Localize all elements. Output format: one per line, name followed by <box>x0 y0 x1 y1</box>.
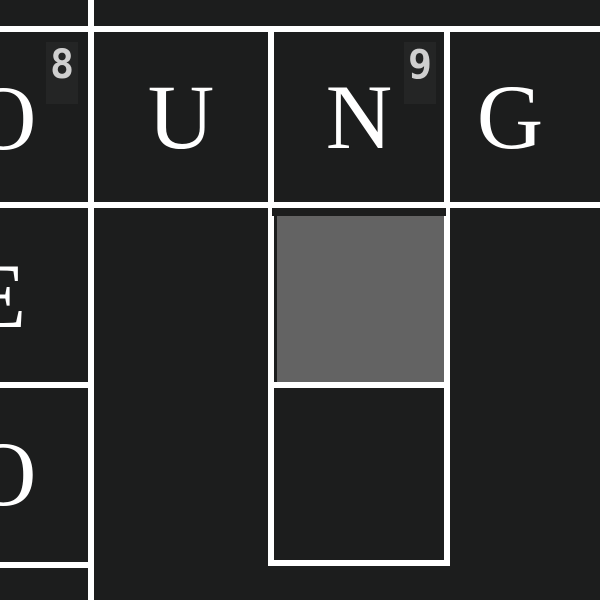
grid-line <box>272 208 446 216</box>
cell-letter: E <box>0 250 26 342</box>
crossword-cell[interactable] <box>274 388 444 560</box>
active-cell[interactable] <box>277 216 444 382</box>
crossword-board: O 8 U N 9 G E O <box>0 0 600 600</box>
cell-letter: O <box>0 67 37 169</box>
cell-letter <box>277 216 444 382</box>
cell-letter: O <box>0 423 37 525</box>
clue-number: 8 <box>46 42 78 104</box>
crossword-cell[interactable]: N 9 <box>274 32 444 202</box>
crossword-cell[interactable]: E <box>0 208 88 382</box>
cell-letter <box>274 388 444 560</box>
cell-letter: U <box>147 66 215 168</box>
cell-letter: G <box>476 66 544 168</box>
grid-line <box>268 560 450 566</box>
crossword-cell[interactable]: O 8 <box>0 32 88 202</box>
grid-line <box>0 562 90 568</box>
crossword-cell[interactable]: U <box>94 32 268 202</box>
crossword-cell[interactable]: O <box>0 388 88 562</box>
crossword-cell[interactable]: G <box>450 32 600 202</box>
